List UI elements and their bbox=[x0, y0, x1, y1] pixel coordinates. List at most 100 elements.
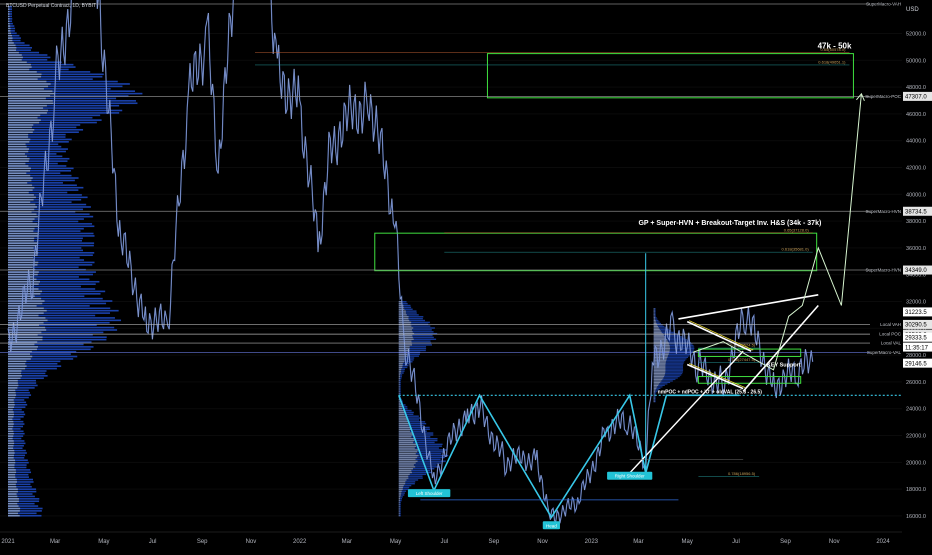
profile-bar-highlight bbox=[653, 355, 668, 357]
x-tick-label: 2023 bbox=[585, 539, 599, 545]
profile-bar-highlight bbox=[398, 385, 400, 387]
profile-bar-highlight bbox=[398, 490, 402, 492]
profile-bar-highlight bbox=[8, 461, 16, 464]
y-tick-label: 24000.0 bbox=[906, 407, 926, 413]
fib-label: 0.618(35681.0) bbox=[782, 247, 810, 252]
profile-bar-highlight bbox=[8, 505, 19, 507]
profile-bar-highlight bbox=[8, 293, 41, 295]
profile-bar-highlight bbox=[8, 160, 29, 162]
profile-bar-highlight bbox=[398, 389, 400, 391]
profile-bar-highlight bbox=[653, 401, 655, 403]
profile-bar-highlight bbox=[398, 329, 412, 331]
profile-bar-highlight bbox=[398, 392, 400, 395]
profile-bar-highlight bbox=[8, 259, 35, 261]
profile-bar-highlight bbox=[398, 368, 402, 370]
profile-bar-highlight bbox=[8, 416, 14, 418]
profile-bar-highlight bbox=[8, 454, 14, 457]
profile-bar-highlight bbox=[398, 451, 418, 453]
profile-bar-highlight bbox=[8, 196, 36, 199]
profile-bar-highlight bbox=[8, 403, 15, 406]
level-label: Local POC bbox=[879, 332, 902, 337]
profile-bar-highlight bbox=[398, 359, 405, 361]
profile-bar-highlight bbox=[8, 473, 16, 476]
chart[interactable]: 47k - 50k GP + Super-HVN + Breakout-Targe… bbox=[0, 0, 932, 550]
profile-bar-highlight bbox=[653, 328, 660, 330]
profile-bar-highlight bbox=[653, 380, 662, 382]
profile-bar-highlight bbox=[8, 418, 13, 421]
profile-bar-highlight bbox=[653, 308, 655, 310]
profile-bar-highlight bbox=[398, 460, 418, 462]
profile-bar-highlight bbox=[398, 325, 412, 327]
profile-bar-highlight bbox=[8, 254, 38, 257]
chart-svg[interactable]: 47k - 50kGP + Super-HVN + Breakout-Targe… bbox=[0, 0, 932, 550]
profile-bar-highlight bbox=[8, 102, 54, 105]
profile-bar-highlight bbox=[398, 374, 401, 376]
profile-bar-highlight bbox=[8, 348, 37, 351]
profile-bar-highlight bbox=[8, 336, 43, 339]
profile-bar-highlight bbox=[653, 386, 658, 388]
profile-bar-highlight bbox=[653, 365, 666, 367]
profile-bar-highlight bbox=[653, 390, 656, 392]
profile-bar-highlight bbox=[8, 220, 33, 223]
y-tick-label: 38000.0 bbox=[906, 219, 926, 225]
profile-bar-highlight bbox=[653, 398, 655, 400]
profile-bar-highlight bbox=[398, 407, 403, 410]
profile-bar-highlight bbox=[8, 346, 38, 348]
profile-bar-highlight bbox=[8, 244, 39, 247]
profile-bar-highlight bbox=[8, 481, 17, 483]
profile-bar-highlight bbox=[398, 488, 403, 491]
profile-bar-highlight bbox=[398, 501, 400, 504]
profile-bar-highlight bbox=[653, 309, 655, 311]
level-value-text: 38734.5 bbox=[905, 209, 927, 215]
profile-bar-highlight bbox=[8, 177, 33, 179]
profile-bar-highlight bbox=[398, 317, 409, 320]
profile-bar-highlight bbox=[8, 302, 43, 305]
price-tag-text: 11:35:17 bbox=[905, 345, 929, 351]
profile-bar-highlight bbox=[8, 338, 43, 341]
profile-bar-highlight bbox=[398, 458, 416, 461]
profile-bar-highlight bbox=[653, 358, 667, 360]
profile-bar-highlight bbox=[8, 389, 16, 392]
profile-bar-highlight bbox=[653, 375, 665, 378]
x-tick-label: May bbox=[390, 539, 401, 545]
annotation-tag-text: Right Shoulder bbox=[615, 474, 645, 479]
profile-bar-highlight bbox=[8, 425, 14, 428]
profile-bar-highlight bbox=[8, 370, 22, 372]
profile-bar-highlight bbox=[8, 444, 14, 447]
profile-bar-highlight bbox=[8, 167, 31, 170]
profile-bar-highlight bbox=[653, 336, 665, 338]
x-tick-label: Nov bbox=[829, 539, 840, 545]
x-tick-label: Mar bbox=[633, 539, 643, 545]
profile-bar-highlight bbox=[398, 319, 410, 322]
profile-bar-highlight bbox=[398, 468, 413, 470]
profile-bar-highlight bbox=[8, 375, 22, 377]
profile-bar-highlight bbox=[8, 194, 34, 196]
profile-bar-highlight bbox=[8, 512, 18, 515]
profile-bar-highlight bbox=[8, 317, 46, 319]
profile-bar-highlight bbox=[653, 319, 656, 322]
profile-bar-highlight bbox=[8, 432, 14, 435]
hs-pattern-line bbox=[398, 393, 740, 519]
profile-bar-highlight bbox=[653, 377, 664, 379]
profile-bar-highlight bbox=[8, 367, 26, 370]
x-tick-label: Nov bbox=[246, 539, 257, 545]
profile-bar-highlight bbox=[398, 419, 407, 421]
profile-bar-highlight bbox=[8, 256, 34, 259]
fib-label: 0.786(18956.5) bbox=[728, 471, 756, 476]
y-tick-label: 36000.0 bbox=[906, 246, 926, 252]
profile-bar-highlight bbox=[8, 387, 18, 389]
profile-bar-highlight bbox=[8, 157, 30, 160]
profile-bar-highlight bbox=[8, 138, 31, 141]
profile-bar-highlight bbox=[8, 107, 44, 109]
profile-bar-highlight bbox=[8, 145, 27, 148]
currency-label[interactable]: USD bbox=[904, 5, 932, 15]
profile-bar-highlight bbox=[8, 413, 15, 416]
profile-bar-highlight bbox=[8, 39, 13, 42]
profile-bar-highlight bbox=[8, 237, 35, 240]
profile-bar-highlight bbox=[653, 368, 666, 370]
profile-bar-highlight bbox=[8, 396, 16, 399]
profile-bar-highlight bbox=[8, 148, 29, 150]
profile-bar-highlight bbox=[8, 155, 28, 158]
profile-bar-highlight bbox=[8, 514, 20, 517]
profile-bar-highlight bbox=[8, 372, 22, 375]
